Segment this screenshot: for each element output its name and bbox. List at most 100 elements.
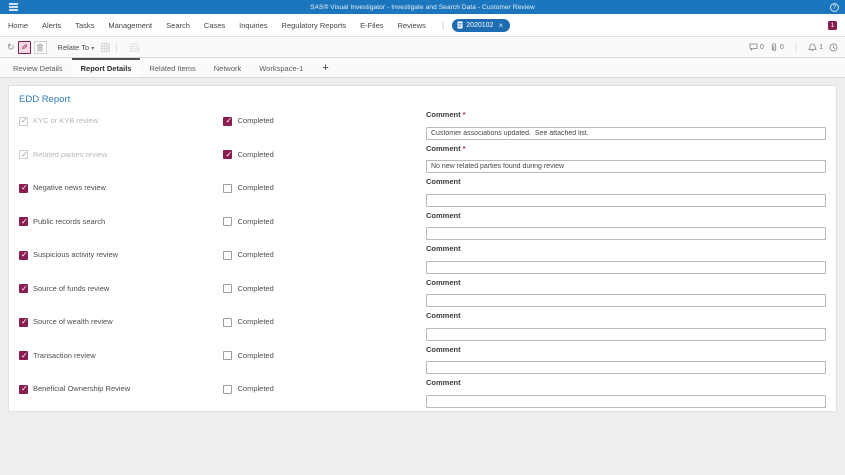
item-label: Source of wealth review bbox=[33, 317, 113, 326]
trash-icon bbox=[37, 43, 44, 51]
item-checkbox[interactable] bbox=[19, 183, 28, 193]
layout-view-button[interactable] bbox=[129, 43, 139, 52]
checklist-row: Source of funds review Completed Comment bbox=[19, 278, 826, 312]
nav-item-alerts[interactable]: Alerts bbox=[42, 21, 61, 30]
completed-checkbox[interactable] bbox=[223, 150, 233, 159]
history-button[interactable] bbox=[829, 43, 838, 52]
nav-item-search[interactable]: Search bbox=[166, 21, 190, 30]
tab-review-details[interactable]: Review Details bbox=[4, 58, 72, 77]
nav-item-home[interactable]: Home bbox=[8, 21, 28, 30]
top-app-bar: SAS® Visual Investigator - Investigate a… bbox=[0, 0, 845, 14]
completed-checkbox[interactable] bbox=[223, 183, 233, 193]
nav-item-reviews[interactable]: Reviews bbox=[398, 21, 426, 30]
comment-label: Comment bbox=[426, 211, 826, 220]
close-icon[interactable]: × bbox=[498, 21, 503, 30]
completed-checkbox[interactable] bbox=[223, 250, 233, 260]
item-checkbox[interactable] bbox=[19, 284, 28, 293]
app-title: SAS® Visual Investigator - Investigate a… bbox=[310, 3, 535, 11]
nav-item-management[interactable]: Management bbox=[108, 21, 152, 30]
comment-input[interactable] bbox=[426, 260, 826, 274]
refresh-icon[interactable]: ↻ bbox=[7, 42, 15, 53]
comment-label-text: Comment bbox=[426, 210, 461, 220]
notification-badge[interactable]: 1 bbox=[828, 20, 837, 30]
open-entity-tab-label: 2020102 bbox=[466, 21, 494, 29]
item-checkbox[interactable] bbox=[19, 217, 28, 226]
primary-nav-items: Home Alerts Tasks Management Search Cases Inqu… bbox=[8, 21, 440, 30]
completed-label: Completed bbox=[237, 283, 274, 293]
checklist-row: Public records search Completed Comment bbox=[19, 211, 826, 245]
rows-icon bbox=[129, 43, 139, 52]
comments-button[interactable]: 0 bbox=[749, 43, 764, 51]
item-label: Source of funds review bbox=[33, 283, 110, 293]
checklist-row: Transaction review Completed Comment bbox=[19, 345, 826, 379]
tab-report-details[interactable]: Report Details bbox=[71, 58, 141, 77]
completed-label: Completed bbox=[237, 350, 274, 360]
checklist-row: Beneficial Ownership Review Completed Co… bbox=[19, 378, 826, 411]
completed-checkbox[interactable] bbox=[223, 116, 233, 126]
nav-divider: | bbox=[441, 20, 445, 30]
comment-label-text: Comment bbox=[426, 110, 461, 119]
history-icon bbox=[829, 43, 838, 51]
item-checkbox[interactable] bbox=[19, 150, 28, 159]
edd-report-panel: EDD Report KYC or KYB review Completed C… bbox=[8, 85, 837, 412]
document-icon bbox=[457, 21, 463, 29]
comment-label-text: Comment bbox=[426, 143, 461, 153]
comment-label: Comment * bbox=[426, 110, 826, 119]
comment-input[interactable] bbox=[426, 160, 826, 173]
app-window: SAS® Visual Investigator - Investigate a… bbox=[0, 0, 845, 475]
completed-checkbox[interactable] bbox=[223, 384, 233, 394]
comment-input[interactable] bbox=[426, 394, 826, 408]
item-checkbox[interactable] bbox=[19, 317, 28, 327]
relate-to-button[interactable]: Relate To ▾ bbox=[58, 43, 95, 52]
bell-icon bbox=[808, 43, 818, 51]
comment-input[interactable] bbox=[426, 193, 826, 207]
nav-item-cases[interactable]: Cases bbox=[204, 21, 225, 30]
item-label: Negative news review bbox=[33, 183, 106, 192]
item-label: Transaction review bbox=[33, 350, 96, 360]
nav-item-inquiries[interactable]: Inquiries bbox=[239, 21, 267, 30]
comment-input[interactable] bbox=[426, 361, 826, 374]
toolbar: ↻ ✎ Relate To ▾ | 0 0 | 1 bbox=[0, 37, 845, 58]
comment-input[interactable] bbox=[426, 294, 826, 307]
comment-label: Comment bbox=[426, 378, 826, 387]
completed-checkbox[interactable] bbox=[223, 317, 233, 327]
add-tab-button[interactable]: + bbox=[312, 58, 338, 77]
item-checkbox[interactable] bbox=[19, 351, 28, 360]
nav-item-regulatory-reports[interactable]: Regulatory Reports bbox=[282, 21, 347, 30]
comment-input[interactable] bbox=[426, 227, 826, 240]
completed-checkbox[interactable] bbox=[223, 284, 233, 293]
delete-button[interactable] bbox=[33, 40, 47, 54]
item-checkbox[interactable] bbox=[19, 116, 28, 126]
comment-label: Comment bbox=[426, 311, 826, 320]
attachments-button[interactable]: 0 bbox=[770, 43, 784, 52]
tab-workspace-1[interactable]: Workspace-1 bbox=[250, 58, 312, 77]
edit-button[interactable]: ✎ bbox=[17, 40, 31, 54]
open-entity-tab[interactable]: 2020102 × bbox=[452, 18, 511, 32]
item-checkbox[interactable] bbox=[19, 250, 28, 260]
comment-label: Comment bbox=[426, 244, 826, 253]
view-tabs: Review Details Report Details Related Item… bbox=[0, 58, 845, 78]
checklist-row: Related parties review Completed Comment… bbox=[19, 144, 826, 178]
comment-label: Comment bbox=[426, 177, 826, 186]
nav-item-tasks[interactable]: Tasks bbox=[75, 21, 94, 30]
grid-view-button[interactable] bbox=[101, 42, 111, 52]
item-label: KYC or KYB review bbox=[33, 116, 99, 125]
tab-network[interactable]: Network bbox=[205, 58, 251, 77]
completed-checkbox[interactable] bbox=[223, 351, 233, 360]
completed-checkbox[interactable] bbox=[223, 217, 233, 226]
comment-input[interactable] bbox=[426, 126, 826, 140]
item-label: Suspicious activity review bbox=[33, 250, 119, 259]
toolbar-divider: | bbox=[115, 42, 118, 52]
comment-input[interactable] bbox=[426, 327, 826, 341]
comment-label-text: Comment bbox=[426, 244, 461, 253]
checklist-row: Negative news review Completed Comment bbox=[19, 177, 826, 211]
help-icon[interactable]: ? bbox=[830, 2, 839, 12]
grid-icon bbox=[101, 42, 111, 52]
tab-related-items[interactable]: Related Items bbox=[140, 58, 204, 77]
pencil-icon: ✎ bbox=[20, 42, 28, 52]
item-checkbox[interactable] bbox=[19, 384, 28, 394]
nav-item-e-files[interactable]: E-Files bbox=[360, 21, 383, 30]
comment-label-text: Comment bbox=[426, 344, 461, 354]
notifications-button[interactable]: 1 bbox=[808, 43, 823, 52]
completed-label: Completed bbox=[237, 116, 274, 125]
